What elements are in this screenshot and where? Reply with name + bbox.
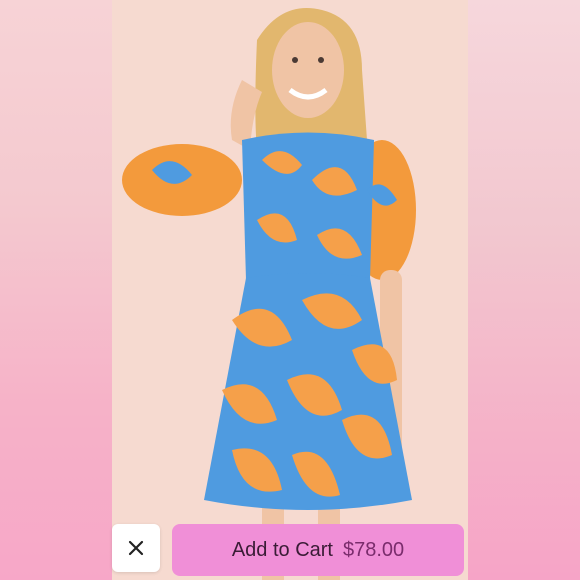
price-label: $78.00 [343, 538, 405, 561]
background-right [468, 0, 580, 580]
dress-illustration [112, 0, 468, 580]
background-left [0, 0, 112, 580]
product-photo [112, 0, 468, 580]
add-to-cart-label: Add to Cart [231, 538, 333, 561]
add-to-cart-button[interactable]: Add to Cart $78.00 [172, 524, 464, 576]
close-icon [128, 540, 144, 556]
close-button[interactable] [112, 524, 160, 572]
cart-bar: Add to Cart $78.00 [112, 524, 468, 580]
